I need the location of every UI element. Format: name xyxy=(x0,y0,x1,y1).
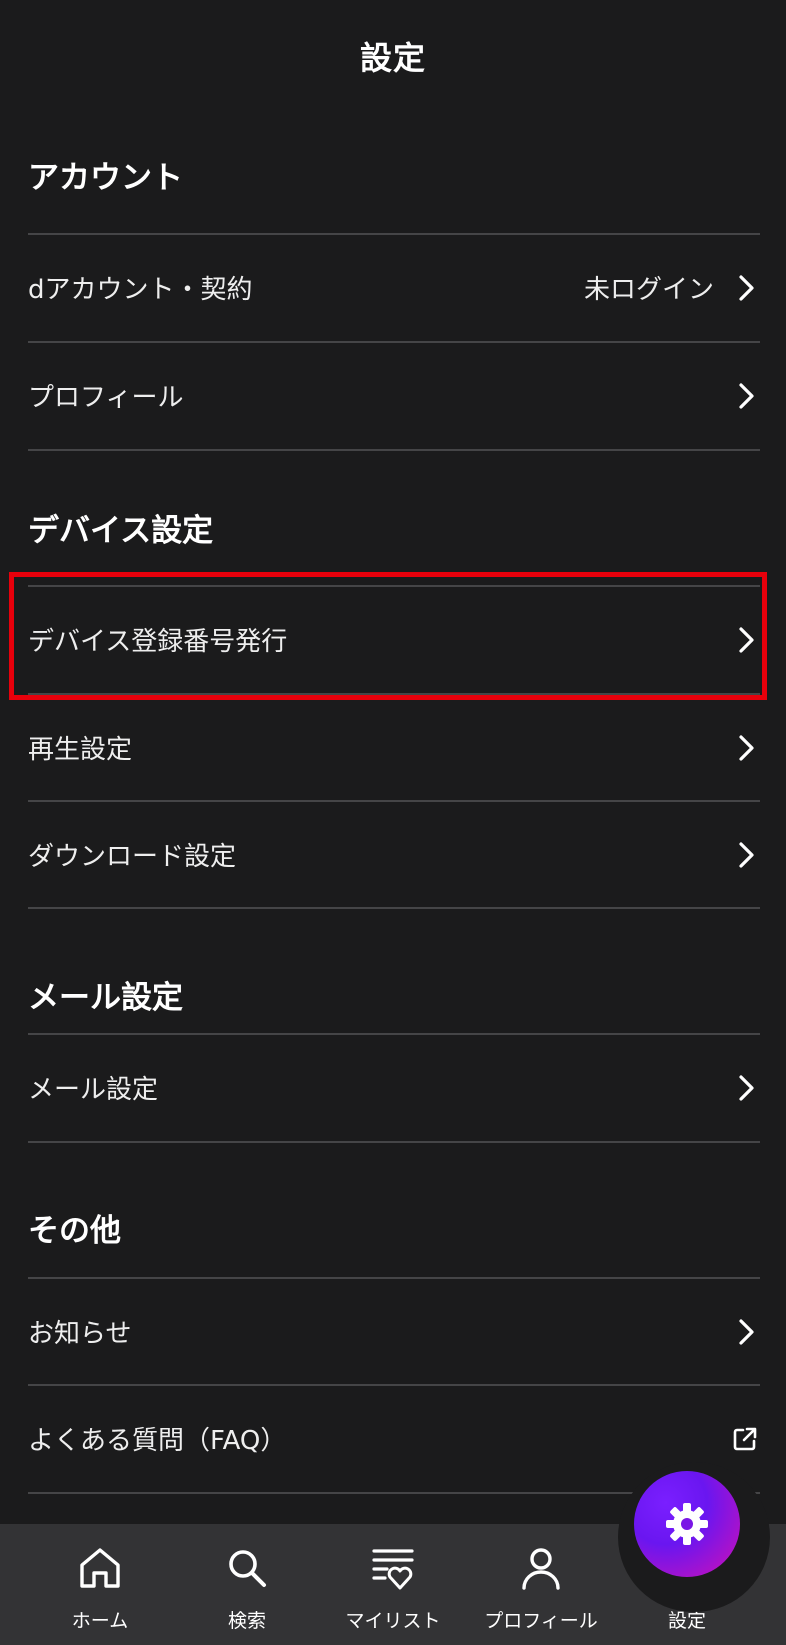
settings-item-label: 再生設定 xyxy=(28,735,133,765)
divider xyxy=(28,1141,760,1143)
nav-label: プロフィール xyxy=(484,1610,598,1632)
settings-item-download[interactable]: ダウンロード設定 xyxy=(28,802,760,907)
mylist-heart-icon xyxy=(372,1549,414,1590)
divider xyxy=(28,907,760,909)
settings-item-playback[interactable]: 再生設定 xyxy=(28,695,760,800)
settings-item-d-account[interactable]: dアカウント・契約 未ログイン xyxy=(28,235,760,340)
app-header: 設定 xyxy=(0,0,786,112)
search-icon xyxy=(229,1550,266,1587)
nav-item-mylist[interactable]: マイリスト xyxy=(318,1524,468,1645)
chevron-right-icon xyxy=(739,1074,754,1101)
gear-icon xyxy=(666,1503,708,1545)
settings-item-label: プロフィール xyxy=(28,383,184,413)
settings-item-label: dアカウント・契約 xyxy=(28,275,253,305)
divider xyxy=(28,449,760,451)
nav-label: ホーム xyxy=(71,1610,129,1632)
settings-item-label: メール設定 xyxy=(28,1075,159,1105)
highlight-box xyxy=(9,572,767,700)
nav-item-home[interactable]: ホーム xyxy=(25,1524,175,1645)
chevron-right-icon xyxy=(739,1318,754,1345)
chevron-right-icon xyxy=(739,274,754,301)
nav-item-search[interactable]: 検索 xyxy=(172,1524,322,1645)
section-header-mail: メール設定 xyxy=(28,980,183,1016)
external-link-icon xyxy=(733,1427,757,1450)
section-header-device: デバイス設定 xyxy=(28,513,214,549)
home-icon xyxy=(80,1548,120,1588)
settings-item-notices[interactable]: お知らせ xyxy=(28,1279,760,1384)
section-header-other: その他 xyxy=(28,1213,121,1249)
settings-item-mail[interactable]: メール設定 xyxy=(28,1035,760,1140)
chevron-right-icon xyxy=(739,734,754,761)
person-icon xyxy=(522,1548,560,1590)
chevron-right-icon xyxy=(739,382,754,409)
nav-label: マイリスト xyxy=(345,1610,441,1632)
section-header-account: アカウント xyxy=(28,160,183,196)
settings-item-label: お知らせ xyxy=(28,1319,132,1349)
settings-fab-button[interactable] xyxy=(634,1471,740,1577)
page-title: 設定 xyxy=(359,39,426,77)
login-status-value: 未ログイン xyxy=(583,275,714,305)
settings-item-profile[interactable]: プロフィール xyxy=(28,343,760,448)
settings-item-label: ダウンロード設定 xyxy=(28,842,237,872)
settings-item-label: よくある質問（FAQ） xyxy=(28,1426,287,1456)
chevron-right-icon xyxy=(739,841,754,868)
nav-item-profile[interactable]: プロフィール xyxy=(466,1524,616,1645)
nav-label: 検索 xyxy=(227,1610,266,1632)
